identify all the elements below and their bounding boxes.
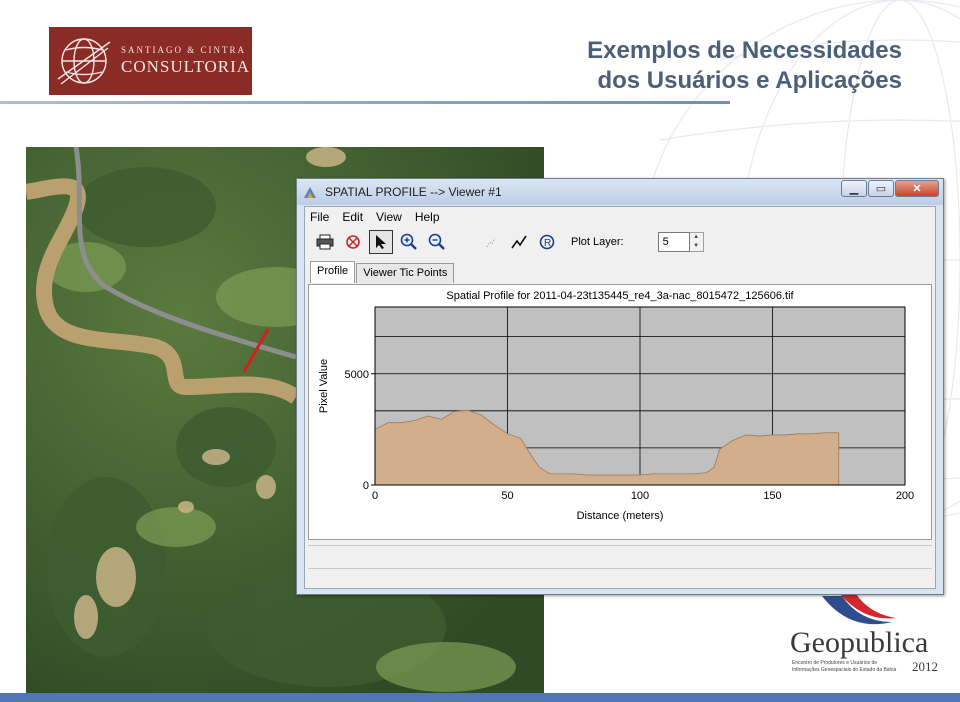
profile-tab-panel: Spatial Profile for 2011-04-23t135445_re…: [308, 284, 932, 540]
zoom-out-button[interactable]: [425, 230, 449, 254]
zoom-in-button[interactable]: [397, 230, 421, 254]
x-axis-label: Distance (meters): [577, 510, 664, 522]
bottom-strip: [0, 693, 960, 702]
globe-logo-icon: [57, 38, 111, 85]
toolbar: R Plot Layer: 5 ▲ ▼: [305, 227, 935, 257]
window-titlebar[interactable]: SPATIAL PROFILE --> Viewer #1 ▁ ▭ ✕: [297, 179, 943, 205]
x-tick-label: 150: [763, 490, 781, 502]
refresh-icon: R: [539, 234, 555, 250]
y-axis-ticks: 0 5000: [345, 369, 375, 492]
clear-button[interactable]: [341, 230, 365, 254]
x-tick-label: 200: [896, 490, 914, 502]
point-button[interactable]: [479, 230, 503, 254]
geopublica-swoosh-icon: [822, 594, 896, 625]
maximize-button[interactable]: ▭: [868, 180, 894, 197]
status-area: [308, 545, 932, 583]
x-tick-label: 100: [631, 490, 649, 502]
maximize-icon: ▭: [875, 183, 887, 195]
close-button[interactable]: ✕: [895, 180, 939, 197]
geopublica-logo: Geopublica Encontro de Produtores e Usuá…: [790, 592, 950, 682]
plot-layer-label: Plot Layer:: [571, 236, 624, 248]
zoom-out-icon: [428, 233, 445, 250]
y-axis-label: Pixel Value: [318, 359, 330, 413]
geopublica-subtitle-line2: Informações Geoespaciais do Estado da Ba…: [792, 667, 897, 673]
minimize-button[interactable]: ▁: [841, 180, 867, 197]
refresh-button[interactable]: R: [535, 230, 559, 254]
tab-viewer-tic-points[interactable]: Viewer Tic Points: [356, 263, 455, 283]
menu-file[interactable]: File: [310, 210, 329, 224]
tab-strip: Profile Viewer Tic Points: [310, 261, 455, 283]
polyline-button[interactable]: [507, 230, 531, 254]
menu-bar: File Edit View Help: [305, 207, 935, 227]
y-tick-label: 0: [363, 480, 369, 492]
menu-view[interactable]: View: [376, 210, 402, 224]
logo-text: SANTIAGO & CINTRA CONSULTORIA: [121, 45, 250, 77]
plot-layer-input[interactable]: 5: [657, 232, 690, 252]
tab-profile[interactable]: Profile: [310, 261, 356, 283]
plot-layer-spinner[interactable]: ▲ ▼: [689, 232, 704, 252]
app-icon: [304, 187, 316, 198]
spinner-up-icon[interactable]: ▲: [690, 233, 703, 242]
window-client-area: File Edit View Help R Plot Layer: 5 ▲ ▼ …: [304, 206, 936, 589]
menu-help[interactable]: Help: [415, 210, 440, 224]
clear-icon: [346, 235, 360, 249]
spatial-profile-chart: Spatial Profile for 2011-04-23t135445_re…: [318, 290, 914, 522]
minimize-icon: ▁: [849, 183, 859, 195]
print-icon: [316, 234, 334, 250]
window-title: SPATIAL PROFILE --> Viewer #1: [325, 185, 502, 199]
title-underline: [0, 101, 730, 104]
slide-title-line2: dos Usuários e Aplicações: [597, 67, 902, 94]
spinner-down-icon[interactable]: ▼: [690, 242, 703, 251]
zoom-in-icon: [400, 233, 417, 250]
chart-title: Spatial Profile for 2011-04-23t135445_re…: [446, 290, 794, 302]
slide-title-line1: Exemplos de Necessidades: [587, 37, 902, 64]
x-tick-label: 50: [501, 490, 513, 502]
svg-text:R: R: [544, 238, 551, 249]
logo-small-text: SANTIAGO & CINTRA: [121, 45, 246, 55]
logo-big-text: CONSULTORIA: [121, 57, 251, 76]
geopublica-subtitle-line1: Encontro de Produtores e Usuários de: [792, 660, 878, 666]
slide-title: Exemplos de Necessidades dos Usuários e …: [587, 36, 902, 96]
close-icon: ✕: [912, 183, 922, 195]
point-icon: [486, 237, 496, 248]
x-tick-label: 0: [372, 490, 378, 502]
window-controls: ▁ ▭ ✕: [840, 180, 939, 197]
status-divider: [308, 568, 932, 569]
select-arrow-button[interactable]: [369, 230, 393, 254]
spatial-profile-window: SPATIAL PROFILE --> Viewer #1 ▁ ▭ ✕ File…: [296, 178, 944, 595]
geopublica-name: Geopublica: [790, 626, 929, 659]
y-tick-label: 5000: [345, 369, 369, 381]
company-logo: SANTIAGO & CINTRA CONSULTORIA: [49, 27, 252, 95]
print-button[interactable]: [313, 230, 337, 254]
select-arrow-icon: [376, 235, 386, 249]
x-axis-ticks: 0 50 100 150 200: [372, 490, 914, 502]
menu-edit[interactable]: Edit: [342, 210, 363, 224]
geopublica-year: 2012: [912, 659, 938, 674]
polyline-icon: [511, 235, 527, 249]
